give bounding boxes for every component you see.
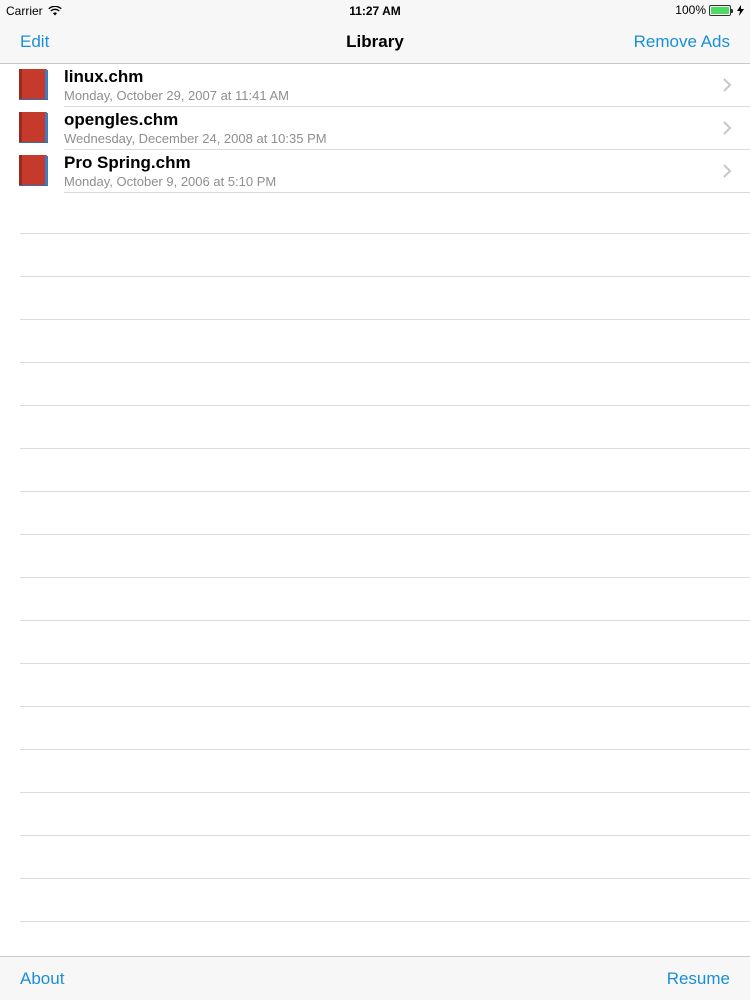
about-button[interactable]: About (20, 969, 64, 989)
bottom-toolbar: About Resume (0, 956, 750, 1000)
battery-percent: 100% (675, 3, 706, 17)
file-name: opengles.chm (64, 110, 179, 129)
status-time: 11:27 AM (349, 4, 401, 18)
file-row-opengles[interactable]: opengles.chm Wednesday, December 24, 200… (0, 107, 750, 150)
battery-group: 100% (675, 3, 744, 17)
row-separator (20, 663, 750, 664)
row-separator (20, 835, 750, 836)
file-list: linux.chm Monday, October 29, 2007 at 11… (0, 64, 750, 193)
row-separator (20, 233, 750, 234)
charging-bolt-icon (737, 4, 744, 16)
row-separator (20, 319, 750, 320)
status-bar: Carrier 11:27 AM 100% (0, 0, 750, 22)
book-icon (19, 69, 48, 100)
row-separator (20, 405, 750, 406)
navigation-bar: Edit Library Remove Ads (0, 22, 750, 64)
file-date: Monday, October 29, 2007 at 11:41 AM (64, 88, 289, 103)
row-separator (20, 620, 750, 621)
row-separator (20, 749, 750, 750)
row-separator (20, 706, 750, 707)
chevron-right-icon (723, 164, 732, 178)
row-separator (20, 792, 750, 793)
remove-ads-button[interactable]: Remove Ads (634, 32, 730, 52)
chevron-right-icon (723, 78, 732, 92)
row-separator (20, 534, 750, 535)
row-separator (20, 362, 750, 363)
book-icon (19, 112, 48, 143)
file-date: Monday, October 9, 2006 at 5:10 PM (64, 174, 277, 189)
book-icon (19, 155, 48, 186)
file-name: Pro Spring.chm (64, 153, 191, 172)
row-separator (20, 448, 750, 449)
empty-row-separators (0, 191, 750, 956)
battery-icon (709, 4, 733, 16)
row-separator (20, 878, 750, 879)
file-name: linux.chm (64, 67, 144, 86)
file-row-pro-spring[interactable]: Pro Spring.chm Monday, October 9, 2006 a… (0, 150, 750, 193)
file-date: Wednesday, December 24, 2008 at 10:35 PM (64, 131, 327, 146)
row-separator (20, 921, 750, 922)
row-separator (20, 491, 750, 492)
file-row-linux[interactable]: linux.chm Monday, October 29, 2007 at 11… (0, 64, 750, 107)
resume-button[interactable]: Resume (667, 969, 730, 989)
chevron-right-icon (723, 121, 732, 135)
row-separator (20, 577, 750, 578)
row-separator (20, 276, 750, 277)
